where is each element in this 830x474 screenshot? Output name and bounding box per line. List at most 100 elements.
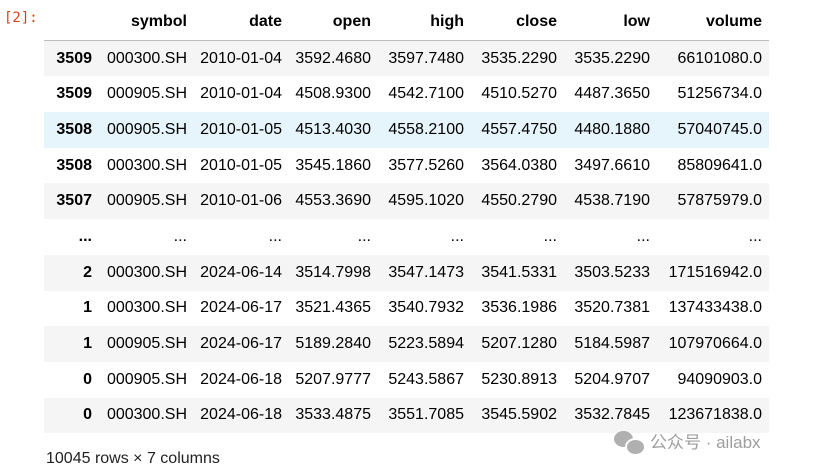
cell-high: 3540.7932 (388, 299, 464, 317)
cell-date: ... (268, 227, 282, 245)
cell-open: 4513.4030 (295, 120, 371, 138)
cell-symbol: 000905.SH (106, 85, 187, 103)
cell-symbol: 000300.SH (106, 156, 187, 174)
cell-date: 2010-01-04 (200, 85, 282, 103)
cell-volume: 107970664.0 (668, 335, 762, 353)
cell-volume: 85809641.0 (677, 156, 762, 174)
cell-volume: 51256734.0 (677, 85, 762, 103)
column-header-symbol: symbol (99, 4, 194, 41)
cell-close: 3541.5331 (481, 263, 557, 281)
table-row: 3508 000300.SH 2010-01-05 3545.1860 3577.526… (44, 147, 769, 184)
cell-low: 4538.7190 (574, 192, 650, 210)
cell-low: 3535.2290 (574, 49, 650, 67)
cell-symbol: 000300.SH (106, 263, 187, 281)
cell-volume: 137433438.0 (668, 299, 762, 317)
table-row: 2 000300.SH 2024-06-14 3514.7998 3547.1473 35… (44, 254, 769, 291)
cell-close: 5207.1280 (481, 335, 557, 353)
column-header-volume: volume (657, 4, 769, 41)
cell-open: 3545.1860 (295, 156, 371, 174)
cell-volume: 57040745.0 (677, 120, 762, 138)
cell-open: ... (357, 227, 371, 245)
row-index: ... (78, 227, 92, 245)
cell-low: 3497.6610 (574, 156, 650, 174)
cell-close: 4550.2790 (481, 192, 557, 210)
cell-high: 5243.5867 (388, 370, 464, 388)
cell-close: 3536.1986 (481, 299, 557, 317)
dataframe-output: symbol date open high close low volume 3… (44, 4, 769, 434)
column-header-high: high (378, 4, 471, 41)
cell-symbol: ... (173, 227, 187, 245)
cell-date: 2024-06-18 (200, 370, 282, 388)
cell-date: 2010-01-06 (200, 192, 282, 210)
row-index: 1 (83, 299, 92, 317)
header-row: symbol date open high close low volume (44, 4, 769, 41)
cell-symbol: 000905.SH (106, 335, 187, 353)
cell-high: ... (450, 227, 464, 245)
cell-low: 3520.7381 (574, 299, 650, 317)
cell-open: 3533.4875 (295, 406, 371, 424)
table-header: symbol date open high close low volume (44, 4, 769, 41)
cell-low: 5184.5987 (574, 335, 650, 353)
cell-close: 3564.0380 (481, 156, 557, 174)
row-index: 1 (83, 335, 92, 353)
cell-close: 4557.4750 (481, 120, 557, 138)
cell-high: 3577.5260 (388, 156, 464, 174)
cell-date: 2010-01-05 (200, 156, 282, 174)
cell-open: 3521.4365 (295, 299, 371, 317)
table-row: 1 000905.SH 2024-06-17 5189.2840 5223.5894 52… (44, 326, 769, 362)
row-index: 3509 (56, 85, 92, 103)
column-header-open: open (289, 4, 378, 41)
cell-volume: 66101080.0 (677, 49, 762, 67)
column-header-close: close (471, 4, 564, 41)
row-index: 0 (83, 406, 92, 424)
cell-date: 2010-01-04 (200, 49, 282, 67)
cell-symbol: 000905.SH (106, 120, 187, 138)
table-row: 3509 000300.SH 2010-01-04 3592.4680 3597.748… (44, 40, 769, 77)
cell-close: 3545.5902 (481, 406, 557, 424)
watermark: 公众号 · ailabx (614, 428, 761, 456)
table-row: 3507 000905.SH 2010-01-06 4553.3690 4595.102… (44, 183, 769, 220)
row-index: 3509 (56, 49, 92, 67)
cell-high: 5223.5894 (388, 335, 464, 353)
cell-high: 3547.1473 (388, 263, 464, 281)
wechat-icon (614, 429, 646, 456)
watermark-text: 公众号 · ailabx (650, 433, 761, 452)
row-index: 3507 (56, 192, 92, 210)
row-index: 3508 (56, 156, 92, 174)
cell-high: 4558.2100 (388, 120, 464, 138)
cell-symbol: 000300.SH (106, 49, 187, 67)
cell-low: 5204.9707 (574, 370, 650, 388)
cell-symbol: 000300.SH (106, 406, 187, 424)
cell-high: 4542.7100 (388, 85, 464, 103)
cell-symbol: 000905.SH (106, 192, 187, 210)
cell-prompt: [2]: (4, 10, 38, 26)
cell-low: 3503.5233 (574, 263, 650, 281)
table-row: 3509 000905.SH 2010-01-04 4508.9300 4542.710… (44, 76, 769, 113)
row-index: 3508 (56, 120, 92, 138)
cell-open: 4508.9300 (295, 85, 371, 103)
cell-volume: ... (748, 227, 762, 245)
cell-high: 3551.7085 (388, 406, 464, 424)
table-row: 3508 000905.SH 2010-01-05 4513.4030 4558.210… (44, 112, 769, 148)
cell-volume: 57875979.0 (677, 192, 762, 210)
cell-symbol: 000905.SH (106, 370, 187, 388)
dataframe-table: symbol date open high close low volume 3… (44, 4, 769, 434)
table-row: ........................ (44, 219, 769, 255)
cell-close: 5230.8913 (481, 370, 557, 388)
cell-open: 3592.4680 (295, 49, 371, 67)
cell-open: 5189.2840 (295, 335, 371, 353)
index-header (44, 4, 99, 41)
column-header-low: low (564, 4, 657, 41)
cell-date: 2010-01-05 (200, 120, 282, 138)
cell-volume: 171516942.0 (668, 263, 762, 281)
cell-high: 4595.1020 (388, 192, 464, 210)
column-header-date: date (194, 4, 289, 41)
dataframe-shape-summary: 10045 rows × 7 columns (46, 450, 220, 467)
cell-low: 4487.3650 (574, 85, 650, 103)
cell-close: 4510.5270 (481, 85, 557, 103)
cell-date: 2024-06-17 (200, 335, 282, 353)
cell-open: 5207.9777 (295, 370, 371, 388)
row-index: 2 (83, 263, 92, 281)
cell-open: 4553.3690 (295, 192, 371, 210)
cell-low: 4480.1880 (574, 120, 650, 138)
